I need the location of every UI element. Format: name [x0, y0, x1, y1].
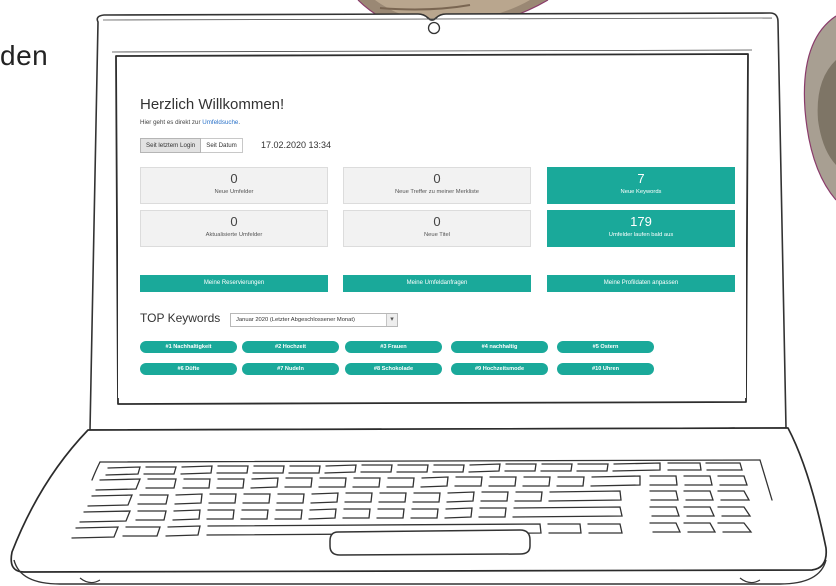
filter-toggle-group: Seit letztem Login Seit Datum [140, 138, 243, 153]
reservations-button[interactable]: Meine Reservierungen [140, 275, 328, 292]
stat-new-keywords[interactable]: 7 Neue Keywords [547, 167, 735, 204]
subline-prefix: Hier geht es direkt zur [140, 119, 201, 126]
keyword-tag[interactable]: #8 Schokolade [345, 363, 442, 375]
keyword-tag[interactable]: #6 Düfte [140, 363, 237, 375]
stat-label: Neue Umfelder [214, 189, 254, 195]
stat-new-umfelder[interactable]: 0 Neue Umfelder [140, 167, 328, 204]
stat-label: Neue Titel [423, 232, 451, 238]
umfeldsuche-link[interactable]: Umfeldsuche [202, 119, 238, 126]
stat-label: Neue Treffer zu meiner Merkliste [395, 189, 479, 195]
stat-label: Neue Keywords [620, 189, 662, 195]
filter-date: 17.02.2020 13:34 [261, 140, 332, 150]
keyword-tag[interactable]: #4 nachhaltig [451, 341, 548, 353]
stat-label: Umfelder laufen bald aus [608, 232, 674, 238]
since-last-login-button[interactable]: Seit letztem Login [140, 138, 202, 153]
stat-label: Aktualisierte Umfelder [205, 232, 263, 238]
keyword-tag[interactable]: #3 Frauen [345, 341, 442, 353]
stat-value: 0 [230, 214, 238, 229]
stat-new-merkliste-hits[interactable]: 0 Neue Treffer zu meiner Merkliste [343, 167, 531, 204]
top-keywords-heading: TOP Keywords [140, 311, 221, 325]
side-text: den [0, 40, 49, 71]
right-photo-circle [803, 15, 836, 201]
stat-new-titles[interactable]: 0 Neue Titel [343, 210, 531, 247]
umfeld-requests-button[interactable]: Meine Umfeldanfragen [343, 275, 531, 292]
stat-value: 0 [433, 171, 441, 186]
welcome-subline: Hier geht es direkt zur Umfeldsuche. [140, 119, 240, 126]
page-title: Herzlich Willkommen! [140, 96, 285, 113]
edit-profile-button[interactable]: Meine Profildaten anpassen [547, 275, 735, 292]
trackpad [329, 529, 531, 556]
keyword-tag[interactable]: #7 Nudeln [242, 363, 339, 375]
chevron-down-icon: ▾ [386, 314, 397, 326]
keyword-tag[interactable]: #10 Uhren [557, 363, 654, 375]
stat-value: 179 [630, 214, 652, 229]
stat-value: 0 [433, 214, 441, 229]
month-select[interactable]: Januar 2020 (Letzter Abgeschlossener Mon… [230, 313, 398, 327]
month-select-value: Januar 2020 (Letzter Abgeschlossener Mon… [236, 317, 355, 323]
stat-expiring-umfelder[interactable]: 179 Umfelder laufen bald aus [547, 210, 735, 247]
subline-suffix: . [238, 119, 241, 126]
keyword-tag[interactable]: #5 Ostern [557, 341, 654, 353]
stat-value: 7 [637, 171, 645, 186]
keyword-tag[interactable]: #1 Nachhaltigkeit [140, 341, 237, 353]
stat-updated-umfelder[interactable]: 0 Aktualisierte Umfelder [140, 210, 328, 247]
keyword-tag[interactable]: #9 Hochzeitsmode [451, 363, 548, 375]
since-date-button[interactable]: Seit Datum [201, 138, 243, 153]
stat-value: 0 [230, 171, 238, 186]
dashboard-screen: Herzlich Willkommen! Hier geht es direkt… [118, 58, 746, 398]
keyword-tag[interactable]: #2 Hochzeit [242, 341, 339, 353]
